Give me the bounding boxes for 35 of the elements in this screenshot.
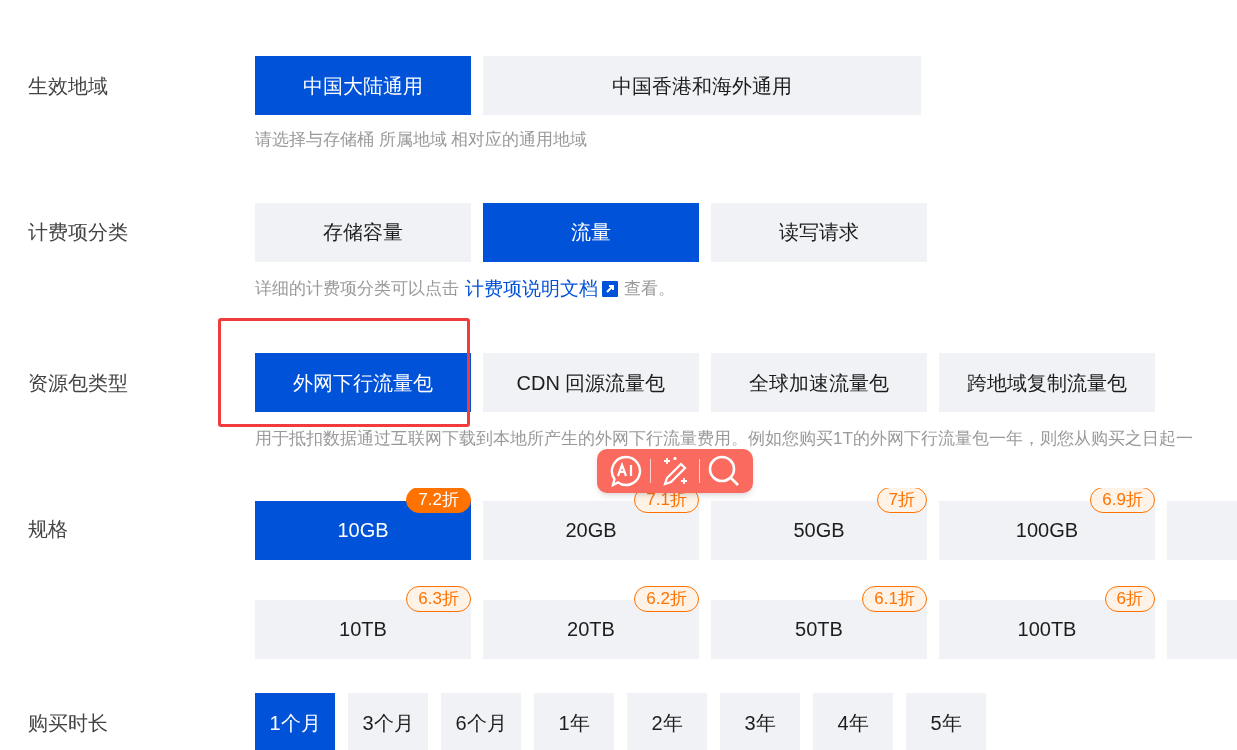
option-button[interactable]: 6个月 bbox=[441, 692, 521, 750]
option-button[interactable]: 读写请求 bbox=[711, 202, 927, 262]
field-label: 计费项分类 bbox=[28, 220, 129, 245]
option-button[interactable]: 中国大陆通用 bbox=[255, 56, 471, 115]
option-button[interactable]: 2年 bbox=[627, 692, 707, 750]
discount-badge: 6.1折 bbox=[862, 585, 927, 612]
option-button[interactable]: 3个月 bbox=[348, 692, 428, 750]
discount-badge: 6.2折 bbox=[634, 585, 699, 612]
option-button[interactable]: 存储容量 bbox=[255, 202, 471, 262]
discount-badge: 6.9折 bbox=[1090, 487, 1155, 513]
discount-badge: 7折 bbox=[876, 487, 927, 513]
docs-link[interactable]: 计费项说明文档 bbox=[465, 274, 618, 303]
option-button[interactable]: 5年 bbox=[906, 692, 986, 750]
option-button[interactable]: 流量 bbox=[483, 202, 699, 262]
option-button[interactable]: 中国香港和海外通用 bbox=[483, 56, 921, 115]
ai-chat-icon[interactable] bbox=[608, 454, 643, 488]
option-button[interactable]: 1年 bbox=[534, 692, 614, 750]
field-label: 购买时长 bbox=[28, 710, 109, 736]
option-button[interactable]: 外网下行流量包 bbox=[255, 353, 471, 412]
field-label: 资源包类型 bbox=[28, 370, 129, 396]
discount-badge: 6折 bbox=[1104, 585, 1155, 612]
option-button[interactable]: CDN 回源流量包 bbox=[483, 353, 699, 412]
external-link-icon bbox=[602, 280, 618, 297]
hint-text: 用于抵扣数据通过互联网下载到本地所产生的外网下行流量费用。例如您购买1T的外网下行流量包一年，则您从购买之日起一 bbox=[255, 428, 1194, 450]
discount-badge: 7.2折 bbox=[406, 487, 471, 513]
discount-badge: 6.3折 bbox=[406, 585, 471, 612]
hint-text: 详细的计费项分类可以点击 计费项说明文档 查看。 bbox=[255, 274, 1237, 303]
field-label: 生效地域 bbox=[28, 73, 109, 99]
hint-text: 请选择与存储桶 所属地域 相对应的通用地域 bbox=[255, 129, 589, 151]
option-button[interactable]: 3年 bbox=[720, 692, 800, 750]
option-button[interactable]: 全球加速流量包 bbox=[711, 353, 927, 412]
option-button[interactable]: 1个月 bbox=[255, 692, 335, 750]
option-button[interactable]: 跨地域复制流量包 bbox=[939, 353, 1155, 412]
option-button[interactable]: 4年 bbox=[813, 692, 893, 750]
field-label: 规格 bbox=[28, 516, 69, 542]
